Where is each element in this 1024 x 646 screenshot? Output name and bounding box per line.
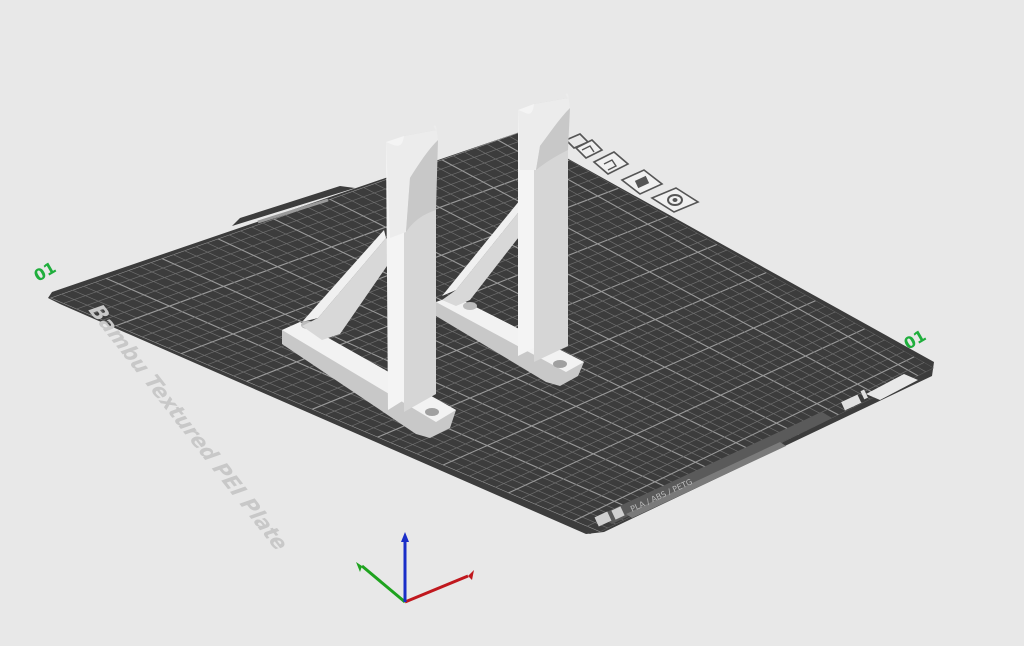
y-axis [361, 564, 406, 604]
lock-icon[interactable] [620, 169, 664, 195]
axis-gizmo [356, 532, 474, 604]
corner-label-left: 01 [31, 258, 60, 286]
orient-icon[interactable] [574, 139, 604, 159]
x-axis [404, 574, 469, 604]
scene-canvas[interactable]: Bambu Textured PEI Plate 01 01 PLA / ABS… [0, 0, 1024, 641]
3d-viewport[interactable]: Bambu Textured PEI Plate 01 01 PLA / ABS… [0, 0, 1024, 641]
settings-gear-icon[interactable] [650, 187, 700, 213]
plate-settings-icon[interactable] [592, 151, 630, 175]
